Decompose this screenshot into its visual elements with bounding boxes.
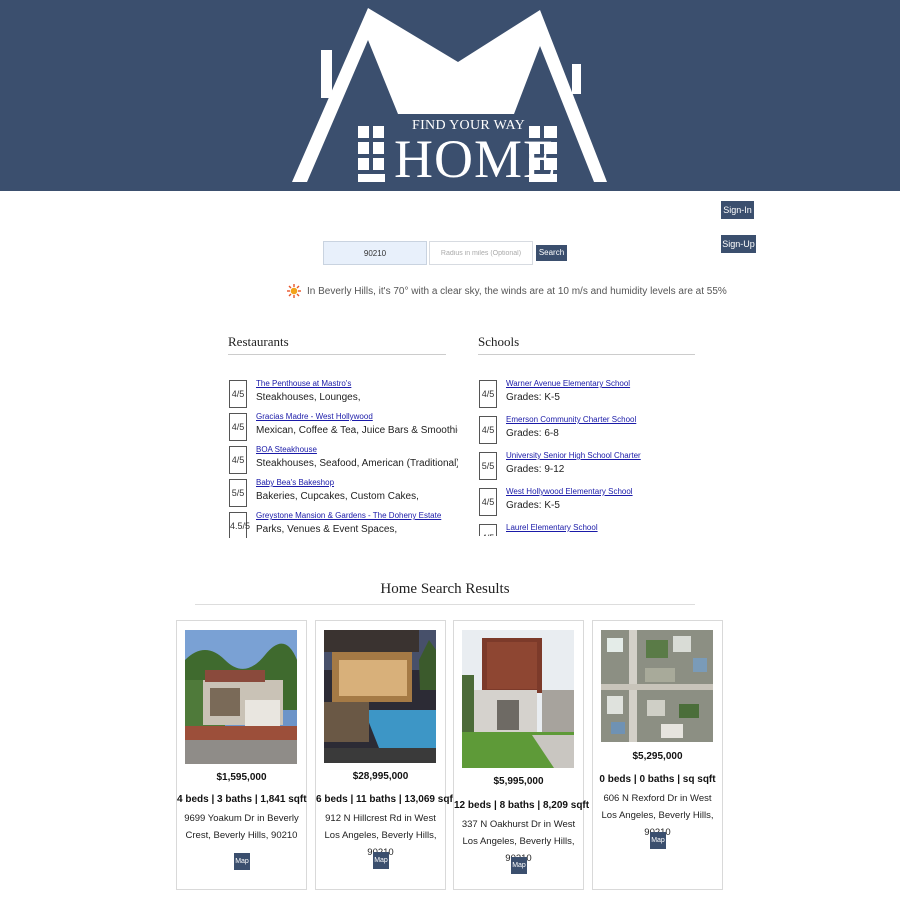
restaurant-item: 5/5 Baby Bea's Bakeshop Bakeries, Cupcak… bbox=[228, 475, 458, 508]
listing-photo[interactable] bbox=[324, 630, 436, 763]
radius-input[interactable] bbox=[429, 241, 533, 265]
logo-title: HOME bbox=[394, 129, 557, 189]
school-item: 4/5 Warner Avenue Elementary School Grad… bbox=[478, 376, 708, 412]
listing-price: $1,595,000 bbox=[216, 772, 267, 783]
restaurants-divider bbox=[228, 354, 446, 355]
school-grades: Grades: K-5 bbox=[506, 392, 560, 403]
listing-address: 9699 Yoakum Dr in Beverly Crest, Beverly… bbox=[184, 813, 299, 841]
map-button[interactable]: Map bbox=[234, 853, 250, 870]
school-link[interactable]: Warner Avenue Elementary School bbox=[506, 379, 630, 388]
listing-specs: 6 beds | 11 baths | 13,069 sqft bbox=[316, 794, 457, 805]
restaurant-link[interactable]: BOA Steakhouse bbox=[256, 445, 317, 454]
weather-text: In Beverly Hills, it's 70° with a clear … bbox=[307, 285, 727, 297]
listing-card[interactable]: $28,995,000 6 beds | 11 baths | 13,069 s… bbox=[315, 620, 457, 890]
listing-specs: 0 beds | 0 baths | sq sqft bbox=[599, 774, 716, 785]
map-button[interactable]: Map bbox=[373, 852, 389, 869]
sign-in-button[interactable]: Sign-In bbox=[721, 201, 754, 219]
rating-badge: 4/5 bbox=[229, 446, 247, 474]
schools-divider bbox=[478, 354, 695, 355]
listing-price: $5,995,000 bbox=[493, 776, 544, 787]
listing-photo[interactable] bbox=[601, 630, 713, 742]
restaurant-item: 4/5 The Penthouse at Mastro's Steakhouse… bbox=[228, 376, 458, 409]
map-button[interactable]: Map bbox=[511, 857, 527, 874]
rating-badge: 4/5 bbox=[479, 416, 497, 444]
site-header: FIND YOUR WAY HOME bbox=[0, 0, 900, 191]
restaurant-item: 4.5/5 Greystone Mansion & Gardens - The … bbox=[228, 508, 458, 538]
search-button[interactable]: Search bbox=[536, 245, 567, 261]
listing-card[interactable]: $1,595,000 4 beds | 3 baths | 1,841 sqft… bbox=[176, 620, 307, 890]
results-divider bbox=[195, 604, 695, 605]
restaurant-item: 4/5 Gracias Madre - West Hollywood Mexic… bbox=[228, 409, 458, 442]
rating-badge: 4/5 bbox=[479, 380, 497, 408]
listing-card[interactable]: $5,995,000 12 beds | 8 baths | 8,209 sqf… bbox=[453, 620, 590, 890]
weather-bar: In Beverly Hills, it's 70° with a clear … bbox=[287, 283, 727, 299]
school-grades: Grades: 6-8 bbox=[506, 428, 559, 439]
rating-badge: 4/5 bbox=[479, 524, 497, 536]
results-heading: Home Search Results bbox=[380, 581, 510, 597]
restaurant-link[interactable]: Greystone Mansion & Gardens - The Doheny… bbox=[256, 511, 441, 520]
school-link[interactable]: Laurel Elementary School bbox=[506, 523, 598, 532]
rating-badge: 5/5 bbox=[229, 479, 247, 507]
restaurant-link[interactable]: The Penthouse at Mastro's bbox=[256, 379, 351, 388]
school-grades: Grades: 9-12 bbox=[506, 464, 565, 475]
listing-specs: 4 beds | 3 baths | 1,841 sqft bbox=[177, 794, 307, 805]
schools-heading: Schools bbox=[478, 334, 520, 349]
rating-badge: 4/5 bbox=[229, 413, 247, 441]
school-item: 4/5 Emerson Community Charter School Gra… bbox=[478, 412, 708, 448]
listing-card[interactable]: $5,295,000 0 beds | 0 baths | sq sqft 60… bbox=[592, 620, 723, 890]
school-link[interactable]: Emerson Community Charter School bbox=[506, 415, 636, 424]
sun-icon bbox=[287, 284, 301, 298]
school-item: 4/5 West Hollywood Elementary School Gra… bbox=[478, 484, 708, 520]
listing-price: $5,295,000 bbox=[632, 751, 683, 762]
listing-photo[interactable] bbox=[185, 630, 297, 764]
rating-badge: 4/5 bbox=[229, 380, 247, 408]
restaurant-item: 4/5 BOA Steakhouse Steakhouses, Seafood,… bbox=[228, 442, 458, 475]
restaurant-categories: Parks, Venues & Event Spaces, bbox=[256, 524, 398, 535]
restaurants-heading: Restaurants bbox=[228, 334, 289, 349]
school-item: 4/5 Laurel Elementary School bbox=[478, 520, 708, 536]
restaurant-categories: Bakeries, Cupcakes, Custom Cakes, bbox=[256, 491, 419, 502]
restaurant-link[interactable]: Baby Bea's Bakeshop bbox=[256, 478, 334, 487]
zip-code-input[interactable] bbox=[323, 241, 427, 265]
listing-photo[interactable] bbox=[462, 630, 574, 768]
school-link[interactable]: West Hollywood Elementary School bbox=[506, 487, 633, 496]
school-grades: Grades: K-5 bbox=[506, 500, 560, 511]
restaurants-list[interactable]: 4/5 The Penthouse at Mastro's Steakhouse… bbox=[228, 376, 458, 538]
school-link[interactable]: University Senior High School Charter bbox=[506, 451, 641, 460]
restaurant-categories: Steakhouses, Lounges, bbox=[256, 392, 361, 403]
rating-badge: 4/5 bbox=[479, 488, 497, 516]
restaurant-categories: Mexican, Coffee & Tea, Juice Bars & Smoo… bbox=[256, 425, 458, 436]
schools-list[interactable]: 4/5 Warner Avenue Elementary School Grad… bbox=[478, 376, 708, 536]
listing-specs: 12 beds | 8 baths | 8,209 sqft bbox=[454, 800, 590, 811]
restaurant-link[interactable]: Gracias Madre - West Hollywood bbox=[256, 412, 373, 421]
rating-badge: 5/5 bbox=[479, 452, 497, 480]
map-button[interactable]: Map bbox=[650, 832, 666, 849]
listing-price: $28,995,000 bbox=[352, 771, 409, 782]
rating-badge: 4.5/5 bbox=[229, 512, 250, 538]
restaurant-categories: Steakhouses, Seafood, American (Traditio… bbox=[256, 458, 458, 469]
sign-up-button[interactable]: Sign-Up bbox=[721, 235, 756, 253]
school-item: 5/5 University Senior High School Charte… bbox=[478, 448, 708, 484]
